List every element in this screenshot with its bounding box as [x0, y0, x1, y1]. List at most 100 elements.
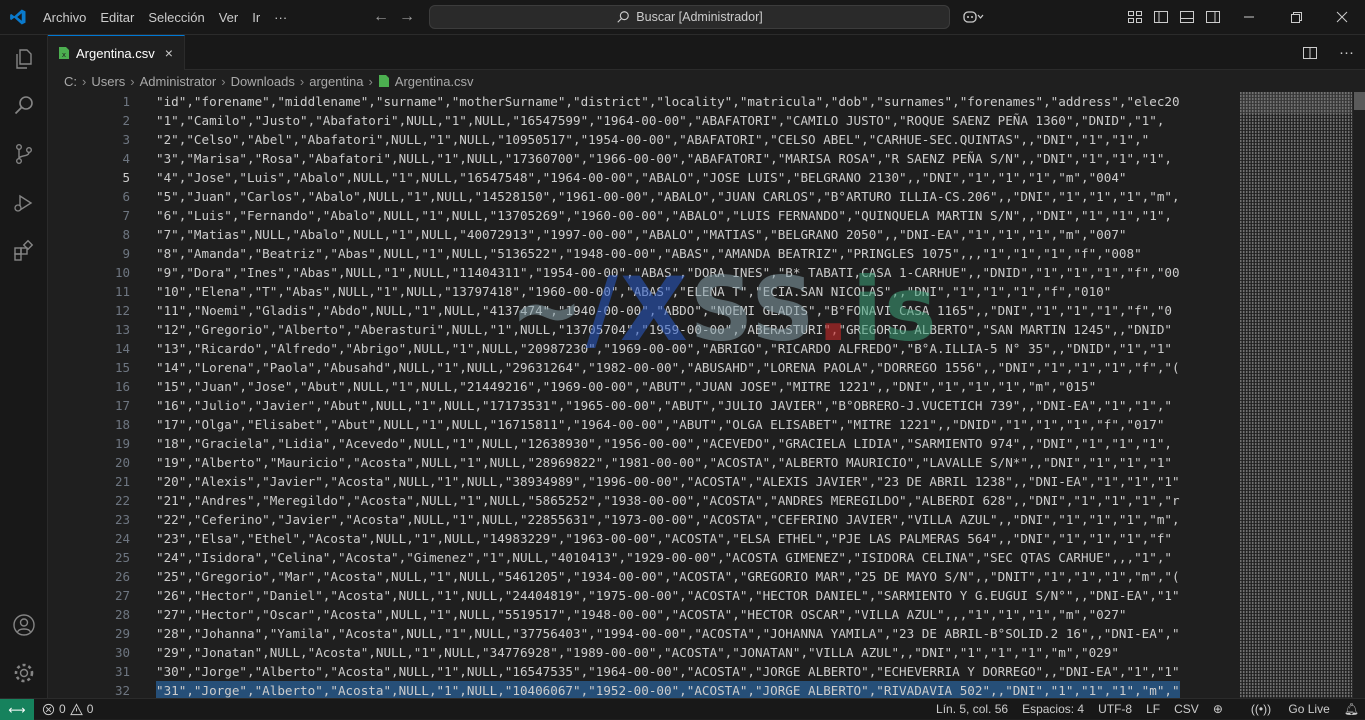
toggle-secondary-sidebar-icon[interactable]: [1205, 9, 1221, 25]
breadcrumb-argentina[interactable]: argentina: [309, 74, 363, 89]
csv-file-icon: x: [59, 47, 69, 59]
breadcrumb-drive[interactable]: C:: [64, 74, 77, 89]
line-number: 1: [122, 94, 130, 109]
end-of-line[interactable]: LF: [1146, 702, 1160, 716]
menu-editar[interactable]: Editar: [93, 10, 141, 25]
settings-gear-icon[interactable]: [12, 661, 36, 685]
broadcast-icon: ((•)): [1250, 702, 1272, 716]
code-line[interactable]: "16","Julio","Javier","Abut",NULL,"1",NU…: [156, 396, 1231, 415]
warning-icon: [69, 702, 83, 715]
line-number: 4: [122, 151, 130, 166]
vscode-logo-icon[interactable]: [9, 8, 27, 26]
close-window-icon[interactable]: [1334, 9, 1350, 25]
code-line[interactable]: "26","Hector","Daniel","Acosta",NULL,"1"…: [156, 586, 1231, 605]
code-line[interactable]: "9","Dora","Ines","Abas",NULL,"1",NULL,"…: [156, 263, 1231, 282]
line-number: 9: [122, 246, 130, 261]
search-icon[interactable]: [12, 94, 36, 118]
vertical-scrollbar[interactable]: [1352, 92, 1365, 698]
chevron-right-icon: ›: [221, 73, 226, 89]
code-line[interactable]: "2","Celso","Abel","Abafatori",NULL,"1",…: [156, 130, 1231, 149]
code-line[interactable]: "6","Luis","Fernando","Abalo",NULL,"1",N…: [156, 206, 1231, 225]
split-editor-icon[interactable]: [1302, 45, 1318, 61]
copilot-icon[interactable]: [962, 9, 984, 25]
code-line[interactable]: "18","Graciela","Lidia","Acevedo",NULL,"…: [156, 434, 1231, 453]
activity-bar: [0, 35, 48, 698]
code-line[interactable]: "24","Isidora","Celina","Acosta","Gimene…: [156, 548, 1231, 567]
accounts-icon[interactable]: [12, 613, 36, 637]
go-live-button[interactable]: ((•)) Go Live: [1237, 702, 1330, 716]
breadcrumb-downloads[interactable]: Downloads: [231, 74, 295, 89]
menu-ir[interactable]: Ir: [245, 10, 267, 25]
code-line[interactable]: "4","Jose","Luis","Abalo",NULL,"1",NULL,…: [156, 168, 1231, 187]
code-line[interactable]: "5","Juan","Carlos","Abalo",NULL,"1",NUL…: [156, 187, 1231, 206]
code-line[interactable]: "id","forename","middlename","surname","…: [156, 92, 1231, 111]
cursor-position[interactable]: Lín. 5, col. 56: [936, 702, 1008, 716]
code-line[interactable]: "29","Jonatan",NULL,"Acosta",NULL,"1",NU…: [156, 643, 1231, 662]
code-line[interactable]: "20","Alexis","Javier","Acosta",NULL,"1"…: [156, 472, 1231, 491]
menu-seleccion[interactable]: Selección: [141, 10, 211, 25]
restore-icon[interactable]: [1288, 9, 1304, 25]
go-live-label: Go Live: [1288, 702, 1330, 716]
toggle-primary-sidebar-icon[interactable]: [1153, 9, 1169, 25]
code-line[interactable]: "22","Ceferino","Javier","Acosta",NULL,"…: [156, 510, 1231, 529]
code-line[interactable]: "23","Elsa","Ethel","Acosta",NULL,"1",NU…: [156, 529, 1231, 548]
indentation[interactable]: Espacios: 4: [1022, 702, 1084, 716]
code-line[interactable]: "25","Gregorio","Mar","Acosta",NULL,"1",…: [156, 567, 1231, 586]
status-bar: ⟷ 0 0 Lín. 5, col. 56 Espacios: 4 UTF-8 …: [0, 698, 1365, 720]
notifications-bell-icon[interactable]: 🔔︎: [1344, 702, 1359, 716]
language-mode[interactable]: CSV: [1174, 702, 1199, 716]
code-line[interactable]: "31","Jorge","Alberto","Acosta",NULL,"1"…: [156, 681, 1231, 698]
problems-indicator[interactable]: 0 0: [42, 699, 93, 719]
code-line[interactable]: "19","Alberto","Mauricio","Acosta",NULL,…: [156, 453, 1231, 472]
close-tab-icon[interactable]: ×: [165, 45, 173, 61]
minimap[interactable]: [1240, 92, 1352, 698]
code-area[interactable]: "id","forename","middlename","surname","…: [156, 92, 1231, 698]
code-line[interactable]: "14","Lorena","Paola","Abusahd",NULL,"1"…: [156, 358, 1231, 377]
run-debug-icon[interactable]: [12, 191, 36, 215]
minimize-icon[interactable]: [1241, 9, 1257, 25]
line-number: 23: [114, 512, 130, 527]
editor-tabs: x Argentina.csv × ···: [48, 35, 1365, 70]
customize-layout-icon[interactable]: [1127, 9, 1143, 25]
scrollbar-thumb[interactable]: [1354, 92, 1365, 110]
code-line[interactable]: "10","Elena","T","Abas",NULL,"1",NULL,"1…: [156, 282, 1231, 301]
code-line[interactable]: "3","Marisa","Rosa","Abafatori",NULL,"1"…: [156, 149, 1231, 168]
code-line[interactable]: "7","Matias",NULL,"Abalo",NULL,"1",NULL,…: [156, 225, 1231, 244]
code-line[interactable]: "27","Hector","Oscar","Acosta",NULL,"1",…: [156, 605, 1231, 624]
code-line[interactable]: "11","Noemi","Gladis","Abdo",NULL,"1",NU…: [156, 301, 1231, 320]
code-line[interactable]: "21","Andres","Meregildo","Acosta",NULL,…: [156, 491, 1231, 510]
line-number: 10: [114, 265, 130, 280]
code-line[interactable]: "17","Olga","Elisabet","Abut",NULL,"1",N…: [156, 415, 1231, 434]
source-control-icon[interactable]: [12, 142, 36, 166]
more-actions-icon[interactable]: ···: [1339, 44, 1354, 61]
code-line[interactable]: "15","Juan","Jose","Abut",NULL,"1",NULL,…: [156, 377, 1231, 396]
breadcrumb-administrator[interactable]: Administrator: [140, 74, 217, 89]
remote-indicator-button[interactable]: ⟷: [0, 699, 34, 720]
code-line[interactable]: "8","Amanda","Beatriz","Abas",NULL,"1",N…: [156, 244, 1231, 263]
extensions-icon[interactable]: [12, 239, 36, 263]
toggle-panel-icon[interactable]: [1179, 9, 1195, 25]
copilot-status-icon[interactable]: ⊕: [1213, 702, 1223, 716]
breadcrumb-users[interactable]: Users: [91, 74, 125, 89]
menu-ver[interactable]: Ver: [212, 10, 246, 25]
encoding[interactable]: UTF-8: [1098, 702, 1132, 716]
explorer-icon[interactable]: [12, 47, 36, 71]
line-number: 18: [114, 417, 130, 432]
search-icon: [617, 11, 630, 23]
code-line[interactable]: "30","Jorge","Alberto","Acosta",NULL,"1"…: [156, 662, 1231, 681]
breadcrumb-file[interactable]: Argentina.csv: [395, 74, 474, 89]
menu-more[interactable]: ···: [267, 10, 294, 25]
selected-text[interactable]: "31","Jorge","Alberto","Acosta",NULL,"1"…: [156, 681, 1180, 698]
code-line[interactable]: "28","Johanna","Yamila","Acosta",NULL,"1…: [156, 624, 1231, 643]
minimap-slider[interactable]: [1240, 92, 1352, 114]
forward-arrow-icon[interactable]: →: [399, 8, 415, 26]
code-line[interactable]: "12","Gregorio","Alberto","Aberasturi",N…: [156, 320, 1231, 339]
menu-archivo[interactable]: Archivo: [36, 10, 93, 25]
back-arrow-icon[interactable]: ←: [373, 8, 389, 26]
tab-argentina-csv[interactable]: x Argentina.csv ×: [48, 35, 185, 70]
remote-icon: ⟷: [8, 702, 26, 717]
code-line[interactable]: "1","Camilo","Justo","Abafatori",NULL,"1…: [156, 111, 1231, 130]
command-center-search[interactable]: Buscar [Administrador]: [429, 5, 950, 29]
code-editor[interactable]: 1 2 3 4 5 6 7 8 9 10 11 12 13 14 15 16 17 18 19 20 21 22 23 24 2…: [48, 92, 1365, 698]
code-line[interactable]: "13","Ricardo","Alfredo","Abrigo",NULL,"…: [156, 339, 1231, 358]
